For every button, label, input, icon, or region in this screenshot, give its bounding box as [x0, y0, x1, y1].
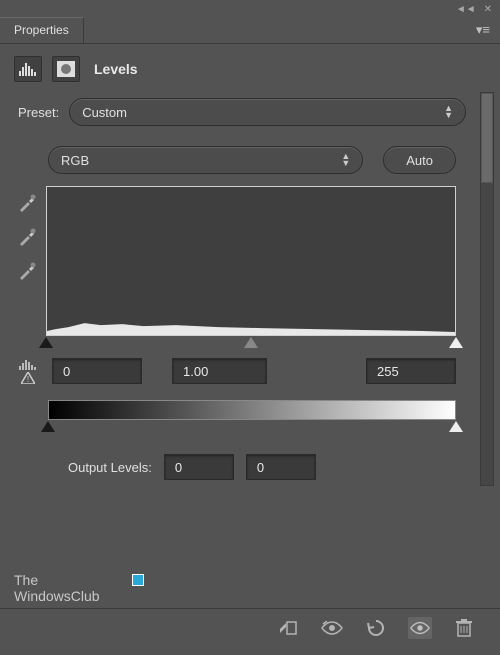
eyedropper-white-icon[interactable] [16, 260, 38, 282]
mask-icon[interactable] [52, 56, 80, 82]
bottom-toolbar [0, 608, 500, 647]
reset-icon[interactable] [364, 617, 388, 639]
watermark-line1: The [14, 572, 100, 588]
output-gradient [48, 400, 456, 420]
scrollbar[interactable] [480, 92, 494, 486]
preset-value: Custom [82, 105, 127, 120]
output-white-field[interactable]: 0 [246, 454, 316, 480]
preset-label: Preset: [18, 105, 59, 120]
input-white-slider[interactable] [449, 337, 463, 348]
collapse-icon[interactable]: ◄◄ [456, 4, 476, 15]
channel-row: RGB ▲▼ Auto [6, 136, 474, 186]
input-midtone-field[interactable]: 1.00 [172, 358, 267, 384]
output-levels-label: Output Levels: [68, 460, 152, 475]
view-previous-state-icon[interactable] [320, 617, 344, 639]
chevron-updown-icon: ▲▼ [341, 153, 350, 167]
close-icon[interactable]: ✕ [484, 4, 492, 15]
watermark: The WindowsClub [14, 572, 100, 604]
trash-icon[interactable] [452, 617, 476, 639]
panel-menu-icon[interactable]: ▾≡ [476, 22, 490, 38]
eyedropper-black-icon[interactable] [16, 192, 38, 214]
input-white-field[interactable]: 255 [366, 358, 456, 384]
input-black-field[interactable]: 0 [52, 358, 142, 384]
adjustment-header: Levels [0, 44, 500, 92]
input-levels-row: ! 0 1.00 255 [6, 350, 474, 390]
histogram [46, 186, 456, 336]
preset-row: Preset: Custom ▲▼ [6, 92, 474, 136]
panel-top-controls: ◄◄ ✕ [0, 0, 500, 17]
output-levels-row: Output Levels: 0 0 [6, 436, 474, 486]
scrollbar-thumb[interactable] [481, 93, 493, 183]
histogram-row [6, 186, 474, 350]
output-slider-track [48, 420, 456, 434]
output-white-slider[interactable] [449, 421, 463, 432]
visibility-icon[interactable] [408, 617, 432, 639]
input-black-slider[interactable] [39, 337, 53, 348]
output-black-field[interactable]: 0 [164, 454, 234, 480]
calculate-histogram-icon[interactable]: ! [16, 359, 40, 384]
watermark-square-icon [132, 574, 144, 586]
channel-dropdown[interactable]: RGB ▲▼ [48, 146, 363, 174]
adjustment-title: Levels [94, 61, 138, 77]
output-black-slider[interactable] [41, 421, 55, 432]
channel-value: RGB [61, 153, 89, 168]
clip-to-layer-icon[interactable] [276, 617, 300, 639]
properties-panel: ◄◄ ✕ Properties ▾≡ Levels [0, 0, 500, 655]
watermark-line2: WindowsClub [14, 588, 100, 604]
properties-tab[interactable]: Properties [0, 17, 84, 43]
tab-row: Properties ▾≡ [0, 17, 500, 44]
output-gradient-row [6, 390, 474, 436]
svg-text:!: ! [27, 375, 29, 384]
levels-icon[interactable] [14, 56, 42, 82]
input-midtone-slider[interactable] [244, 337, 258, 348]
input-slider-track [46, 336, 456, 350]
eyedropper-gray-icon[interactable] [16, 226, 38, 248]
auto-button[interactable]: Auto [383, 146, 456, 174]
preset-dropdown[interactable]: Custom ▲▼ [69, 98, 466, 126]
eyedroppers [16, 186, 38, 350]
chevron-updown-icon: ▲▼ [444, 105, 453, 119]
